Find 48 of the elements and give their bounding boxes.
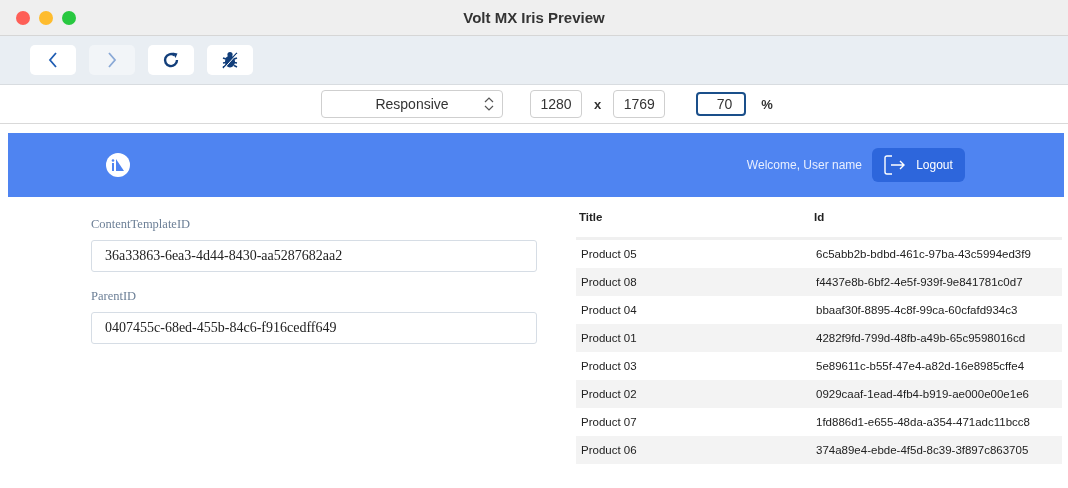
table-row[interactable]: Product 02 0929caaf-1ead-4fb4-b919-ae000e00e1e6: [576, 380, 1062, 408]
input-field[interactable]: 36a33863-6ea3-4d44-8430-aa5287682aa2: [91, 240, 537, 272]
table-row[interactable]: Product 06 374a89e4-ebde-4f5d-8c39-3f897c863705: [576, 436, 1062, 464]
input-field[interactable]: 0407455c-68ed-455b-84c6-f916cedff649: [91, 312, 537, 344]
zoom-light[interactable]: [62, 10, 76, 25]
width-field[interactable]: 1280: [530, 90, 582, 118]
window-title: Volt MX Iris Preview: [463, 9, 605, 26]
field-label: ContentTemplateID: [91, 217, 192, 232]
reload-icon: [162, 51, 180, 69]
minimize-light[interactable]: [39, 10, 53, 25]
table-cell-text: Product 05: [580, 248, 638, 260]
welcome-text: Welcome, User name: [746, 158, 862, 172]
table-cell-text: f4437e8b-6bf2-4e5f-939f-9e841781c0d7: [815, 276, 1023, 288]
table-cell-text: 374a89e4-ebde-4f5d-8c39-3f897c863705: [815, 444, 1029, 456]
reload-button[interactable]: [148, 45, 194, 75]
height-field[interactable]: 1769: [613, 90, 666, 118]
table-cell-text: Product 01: [580, 332, 638, 344]
debug-button[interactable]: [207, 45, 253, 75]
logout-icon: [884, 155, 907, 175]
table-cell-text: 5e89611c-b55f-47e4-a82d-16e8985cffe4: [815, 360, 1025, 372]
table-cell-text: Product 04: [580, 304, 638, 316]
table-cell-text: Product 02: [580, 388, 638, 400]
column-header: Id: [813, 211, 825, 223]
bug-icon: [220, 50, 240, 70]
table-cell-text: 4282f9fd-799d-48fb-a49b-65c9598016cd: [815, 332, 1026, 344]
stepper-icon: [484, 96, 494, 112]
back-button[interactable]: [30, 45, 76, 75]
dimension-separator: x: [594, 96, 602, 112]
close-light[interactable]: [16, 10, 30, 25]
back-icon: [47, 51, 59, 69]
table-cell-text: Product 07: [580, 416, 638, 428]
table-cell-text: Product 03: [580, 360, 638, 372]
zoom-field[interactable]: 70: [696, 92, 747, 116]
logo-icon: [106, 153, 130, 177]
table-cell-text: bbaaf30f-8895-4c8f-99ca-60cfafd934c3: [815, 304, 1018, 316]
table-cell-text: 0929caaf-1ead-4fb4-b919-ae000e00e1e6: [815, 388, 1029, 400]
forward-icon: [106, 51, 118, 69]
logout-button[interactable]: Logout: [872, 148, 965, 182]
table-cell-text: Product 08: [580, 276, 638, 288]
table-cell-text: 1fd886d1-e655-48da-a354-471adc11bcc8: [815, 416, 1030, 428]
table-cell-text: Product 06: [580, 444, 638, 456]
percent-unit: %: [761, 96, 773, 112]
table-row[interactable]: Product 01 4282f9fd-799d-48fb-a49b-65c9598016cd: [576, 324, 1062, 352]
column-header: Title: [578, 211, 604, 223]
field-label: ParentID: [91, 289, 138, 304]
table-row[interactable]: Product 08 f4437e8b-6bf2-4e5f-939f-9e841781c0d7: [576, 268, 1062, 296]
table-cell-text: 6c5abb2b-bdbd-461c-97ba-43c5994ed3f9: [815, 248, 1031, 260]
device-select[interactable]: Responsive: [321, 90, 503, 118]
